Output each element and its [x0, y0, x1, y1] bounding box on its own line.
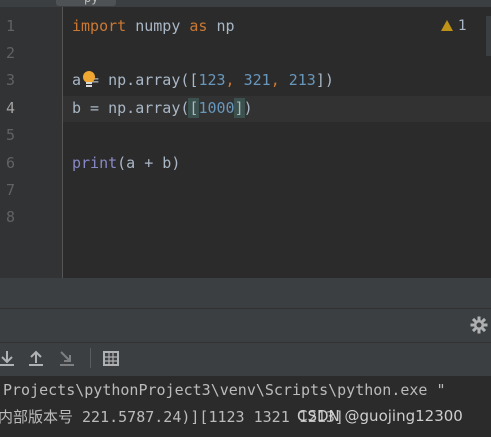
assignment-call: b = np.array( — [72, 99, 190, 117]
assignment-call: = np.array([ — [81, 71, 199, 89]
comma: , — [225, 71, 244, 89]
matched-bracket-close: ] — [233, 98, 245, 118]
run-tool-window-header — [0, 308, 491, 343]
print-args: (a + b) — [117, 154, 181, 172]
code-line-4[interactable]: b = np.array([1000]) — [72, 98, 253, 118]
number-literal: 213 — [288, 71, 316, 89]
line-number: 2 — [6, 44, 16, 62]
code-line-1[interactable]: import numpy as np — [72, 16, 235, 36]
inspection-widget[interactable]: 1 — [441, 16, 467, 36]
console-output-line: 内部版本号 221.5787.24)][1123 1321 1213] — [0, 408, 344, 426]
download-arrow-icon[interactable] — [0, 348, 16, 368]
comma: , — [270, 71, 289, 89]
console-output-line: Projects\pythonProject3\venv\Scripts\pyt… — [3, 381, 446, 399]
line-number: 5 — [6, 126, 16, 144]
closing-paren: ) — [243, 99, 253, 117]
closing-brackets: ]) — [315, 71, 334, 89]
line-number: 8 — [6, 208, 16, 226]
keyword-import: import — [72, 17, 127, 35]
line-number-current: 4 — [6, 99, 16, 117]
module-name: numpy — [126, 17, 190, 35]
number-literal: 123 — [198, 71, 226, 89]
code-line-6[interactable]: print(a + b) — [72, 153, 180, 173]
soft-wrap-icon[interactable] — [58, 348, 76, 368]
number-literal: 321 — [243, 71, 271, 89]
file-tab-label: py — [56, 0, 98, 5]
lightbulb-icon[interactable] — [82, 70, 96, 88]
module-alias: np — [207, 17, 235, 35]
panel-divider[interactable] — [0, 278, 491, 308]
file-tab[interactable]: py — [56, 0, 116, 6]
builtin-print: print — [72, 154, 118, 172]
warning-icon — [441, 20, 453, 31]
warning-count: 1 — [458, 18, 467, 34]
line-number: 6 — [6, 154, 16, 172]
toolbar-separator — [90, 348, 91, 368]
keyword-as: as — [189, 17, 208, 35]
code-editor[interactable]: 1 2 3 4 5 6 7 8 import numpy as np a = n… — [0, 7, 491, 278]
line-number: 1 — [6, 17, 16, 35]
gutter-separator — [62, 7, 63, 278]
print-table-icon[interactable] — [102, 348, 120, 368]
editor-tab-strip: py — [0, 0, 491, 7]
line-number: 7 — [6, 181, 16, 199]
code-line-3[interactable]: a = np.array([123, 321, 213]) — [72, 70, 334, 90]
number-literal: 1000 — [198, 99, 235, 117]
scrollbar[interactable] — [486, 16, 491, 56]
variable-a: a — [72, 71, 82, 89]
line-number: 3 — [6, 71, 16, 89]
upload-arrow-icon[interactable] — [27, 348, 45, 368]
watermark: CSDN @guojing12300 — [297, 407, 463, 425]
gear-icon[interactable] — [470, 316, 488, 334]
